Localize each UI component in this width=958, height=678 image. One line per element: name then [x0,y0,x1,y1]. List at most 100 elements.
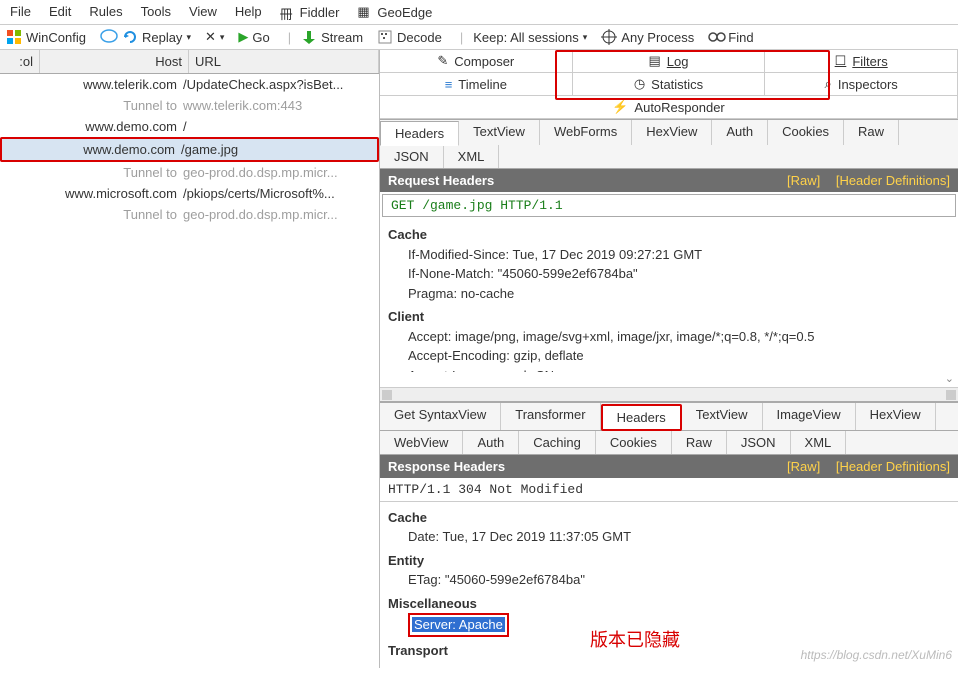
any-process-button[interactable]: Any Process [601,29,694,45]
vscroll-indicator[interactable]: ⌄ [380,372,958,387]
tab-inspectors[interactable]: ⌕Inspectors [765,73,958,96]
header-kv[interactable]: If-None-Match: "45060-599e2ef6784ba" [408,264,950,284]
tab-composer[interactable]: ✎Composer [380,50,573,73]
group-entity: Entity [388,551,950,571]
menu-edit[interactable]: Edit [49,4,71,20]
resptab-webview[interactable]: WebView [380,431,463,454]
log-icon: ▤ [649,53,661,69]
menu-help[interactable]: Help [235,4,262,20]
resptab-caching[interactable]: Caching [519,431,596,454]
group-misc: Miscellaneous [388,594,950,614]
reqtab-raw[interactable]: Raw [844,120,899,145]
horizontal-scrollbar[interactable] [380,387,958,400]
menu-view[interactable]: View [189,4,217,20]
sessions-list[interactable]: www.telerik.com/UpdateCheck.aspx?isBet..… [0,74,379,225]
stream-button[interactable]: Stream [301,29,363,45]
request-raw-link[interactable]: [Raw] [787,173,820,188]
resptab-raw[interactable]: Raw [672,431,727,454]
tab-timeline[interactable]: ≡Timeline [380,73,573,96]
response-headers-bar: Response Headers [Raw] [Header Definitio… [380,455,958,478]
header-kv[interactable]: Accept: image/png, image/svg+xml, image/… [408,327,950,347]
resptab-headers[interactable]: Headers [601,404,682,431]
resptab-json[interactable]: JSON [727,431,791,454]
target-icon [601,29,617,45]
play-icon: ▶ [238,29,248,45]
header-kv[interactable]: Pragma: no-cache [408,284,950,304]
tab-filters[interactable]: ☐Filters [765,50,958,73]
col-protocol[interactable]: :ol [0,50,40,73]
header-kv[interactable]: Accept-Language: zh-CN [408,366,950,373]
find-button[interactable]: Find [708,29,753,45]
menu-bar: File Edit Rules Tools View Help 冊 Fiddle… [0,0,958,25]
inspect-icon: ⌕ [825,76,832,92]
go-button[interactable]: ▶ Go [238,29,269,45]
request-line: GET /game.jpg HTTP/1.1 [382,194,956,217]
resptab-transformer[interactable]: Transformer [501,403,600,430]
session-row[interactable]: www.telerik.com/UpdateCheck.aspx?isBet..… [0,74,379,95]
menu-fiddler[interactable]: Fiddler [300,5,340,20]
resptab-textview[interactable]: TextView [682,403,763,430]
reqtab-cookies[interactable]: Cookies [768,120,844,145]
reqtab-textview[interactable]: TextView [459,120,540,145]
header-kv[interactable]: Accept-Encoding: gzip, deflate [408,346,950,366]
header-kv[interactable]: If-Modified-Since: Tue, 17 Dec 2019 09:2… [408,245,950,265]
geoedge-icon: ▦ [357,4,373,20]
tab-statistics[interactable]: ◷Statistics [573,73,766,96]
stream-icon [301,29,317,45]
tab-autoresponder[interactable]: ⚡AutoResponder [380,96,958,119]
remove-button[interactable]: ✕▾ [205,29,224,45]
comment-icon[interactable] [100,29,116,45]
request-headers-bar: Request Headers [Raw] [Header Definition… [380,169,958,192]
response-raw-link[interactable]: [Raw] [787,459,820,474]
reqtab-headers[interactable]: Headers [380,121,459,146]
response-header-defs-link[interactable]: [Header Definitions] [836,459,950,474]
session-row[interactable]: Tunnel togeo-prod.do.dsp.mp.micr... [0,162,379,183]
menu-file[interactable]: File [10,4,31,20]
reqtab-auth[interactable]: Auth [712,120,768,145]
response-headers-block[interactable]: Cache Date: Tue, 17 Dec 2019 11:37:05 GM… [380,502,958,669]
binoculars-icon [708,29,724,45]
session-row[interactable]: Tunnel towww.telerik.com:443 [0,95,379,116]
response-tabs-row1: Get SyntaxView Transformer Headers TextV… [380,403,958,431]
col-host[interactable]: Host [40,50,189,73]
request-headers-block[interactable]: Cache If-Modified-Since: Tue, 17 Dec 201… [380,219,958,372]
reqtab-xml[interactable]: XML [444,145,500,168]
menu-tools[interactable]: Tools [141,4,171,20]
menu-geoedge[interactable]: GeoEdge [377,5,432,20]
reqtab-hexview[interactable]: HexView [632,120,712,145]
fiddler-icon: 冊 [280,4,296,20]
timeline-icon: ≡ [445,77,453,92]
reqtab-webforms[interactable]: WebForms [540,120,632,145]
decode-icon [377,29,393,45]
replay-button[interactable]: Replay ▾ [122,29,191,45]
right-top-tabs: ✎Composer ▤Log ☐Filters ≡Timeline ◷Stati… [380,50,958,120]
request-tabs: Headers TextView WebForms HexView Auth C… [380,120,958,169]
request-header-defs-link[interactable]: [Header Definitions] [836,173,950,188]
sessions-header: :ol Host URL [0,50,379,74]
col-url[interactable]: URL [189,50,379,73]
keep-dropdown[interactable]: Keep: All sessions▾ [473,30,587,45]
windows-icon [6,29,22,45]
resptab-syntaxview[interactable]: Get SyntaxView [380,403,501,430]
resptab-cookies[interactable]: Cookies [596,431,672,454]
resptab-auth[interactable]: Auth [463,431,519,454]
decode-button[interactable]: Decode [377,29,442,45]
replay-icon [122,29,138,45]
header-kv[interactable]: ETag: "45060-599e2ef6784ba" [408,570,950,590]
group-client: Client [388,307,950,327]
session-row[interactable]: www.microsoft.com/pkiops/certs/Microsoft… [0,183,379,204]
header-kv[interactable]: Date: Tue, 17 Dec 2019 11:37:05 GMT [408,527,950,547]
resptab-hexview[interactable]: HexView [856,403,936,430]
menu-rules[interactable]: Rules [89,4,122,20]
tab-log[interactable]: ▤Log [573,50,766,73]
reqtab-json[interactable]: JSON [380,145,444,168]
resptab-xml[interactable]: XML [791,431,847,454]
session-row-selected[interactable]: www.demo.com/game.jpg [0,137,379,162]
winconfig-button[interactable]: WinConfig [6,29,86,45]
resptab-imageview[interactable]: ImageView [763,403,856,430]
pencil-icon: ✎ [437,53,448,69]
session-row[interactable]: Tunnel togeo-prod.do.dsp.mp.micr... [0,204,379,225]
annotation-text: 版本已隐藏 [590,627,680,654]
checkbox-icon: ☐ [835,53,847,69]
session-row[interactable]: www.demo.com/ [0,116,379,137]
